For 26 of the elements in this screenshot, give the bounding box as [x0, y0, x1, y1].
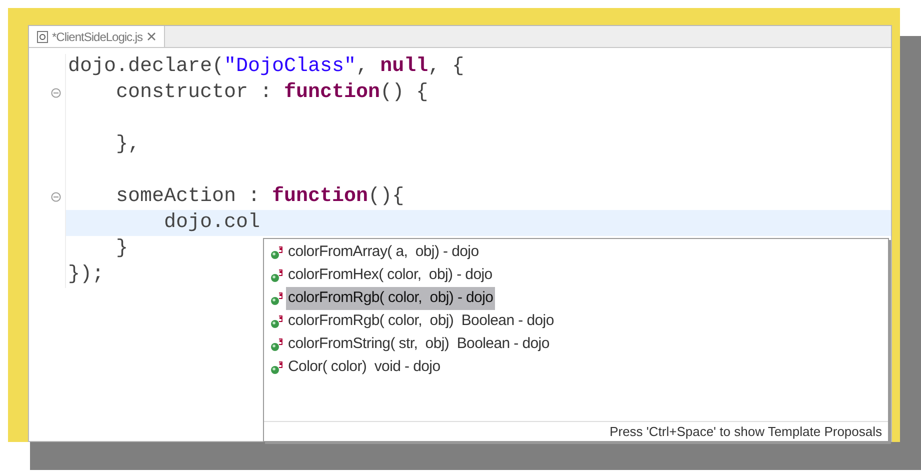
- proposal-item[interactable]: colorFromArray( a, obj) - dojo: [286, 241, 481, 264]
- fold-toggle-icon[interactable]: [51, 88, 61, 98]
- code-line: constructor : function() {: [115, 80, 428, 106]
- proposal-item[interactable]: colorFromRgb( color, obj) Boolean - dojo: [286, 310, 556, 333]
- proposal-item[interactable]: Color( color) void - dojo: [286, 356, 442, 379]
- code-line: },: [115, 132, 140, 158]
- method-icon: [270, 246, 283, 260]
- file-icon: [37, 30, 48, 42]
- method-icon: [270, 338, 283, 352]
- proposal-item[interactable]: colorFromString( str, obj) Boolean - dojo: [286, 333, 552, 356]
- proposal-item[interactable]: colorFromHex( color, obj) - dojo: [286, 264, 494, 287]
- code-line: someAction : function(){: [115, 184, 404, 210]
- code-line: dojo.declare("DojoClass", null, {: [68, 54, 464, 80]
- close-icon[interactable]: [146, 32, 156, 41]
- status-hint: Press 'Ctrl+Space' to show Template Proposals: [610, 422, 882, 441]
- proposal-item[interactable]: colorFromRgb( color, obj) - dojo: [286, 287, 496, 310]
- code-line: });: [68, 262, 104, 288]
- method-icon: [270, 314, 283, 328]
- method-icon: [270, 360, 283, 374]
- editor-tab[interactable]: *ClientSideLogic.js: [29, 26, 165, 47]
- tab-title: *ClientSideLogic.js: [52, 28, 143, 46]
- method-icon: [270, 268, 283, 282]
- code-line: dojo.col: [163, 210, 260, 236]
- method-icon: [270, 292, 283, 306]
- code-line: }: [115, 236, 128, 262]
- fold-toggle-icon[interactable]: [51, 192, 61, 202]
